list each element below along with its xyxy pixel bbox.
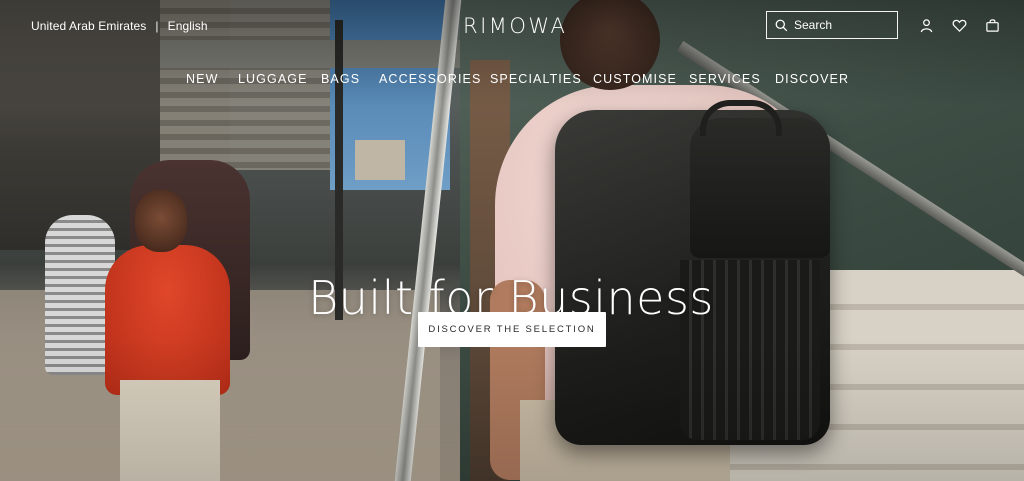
nav-item-new[interactable]: NEW bbox=[186, 72, 218, 86]
nav-item-discover[interactable]: DISCOVER bbox=[775, 72, 849, 86]
locale-selector[interactable]: United Arab Emirates | English bbox=[31, 19, 208, 33]
discover-selection-button[interactable]: DISCOVER THE SELECTION bbox=[418, 312, 606, 347]
nav-item-customise[interactable]: CUSTOMISE bbox=[593, 72, 677, 86]
nav-item-luggage[interactable]: LUGGAGE bbox=[238, 72, 308, 86]
main-nav: NEW LUGGAGE BAGS ACCESSORIES SPECIALTIES… bbox=[0, 72, 1024, 92]
top-bar: United Arab Emirates | English RIMOWA Se… bbox=[0, 0, 1024, 52]
heart-icon bbox=[952, 19, 966, 32]
search-placeholder: Search bbox=[794, 18, 833, 32]
country-selector[interactable]: United Arab Emirates bbox=[31, 19, 146, 33]
account-button[interactable] bbox=[918, 17, 934, 33]
nav-item-bags[interactable]: BAGS bbox=[321, 72, 360, 86]
language-selector[interactable]: English bbox=[168, 19, 208, 33]
shopping-bag-icon bbox=[985, 18, 999, 32]
brand-logo[interactable]: RIMOWA bbox=[463, 14, 567, 38]
nav-item-services[interactable]: SERVICES bbox=[689, 72, 761, 86]
search-icon bbox=[775, 19, 788, 31]
page: United Arab Emirates | English RIMOWA Se… bbox=[0, 0, 1024, 481]
locale-separator: | bbox=[155, 19, 159, 33]
cart-button[interactable] bbox=[984, 17, 1000, 33]
user-icon bbox=[920, 18, 932, 32]
wishlist-button[interactable] bbox=[951, 17, 967, 33]
search-input[interactable]: Search bbox=[766, 11, 898, 39]
nav-item-accessories[interactable]: ACCESSORIES bbox=[379, 72, 481, 86]
nav-item-specialties[interactable]: SPECIALTIES bbox=[490, 72, 582, 86]
